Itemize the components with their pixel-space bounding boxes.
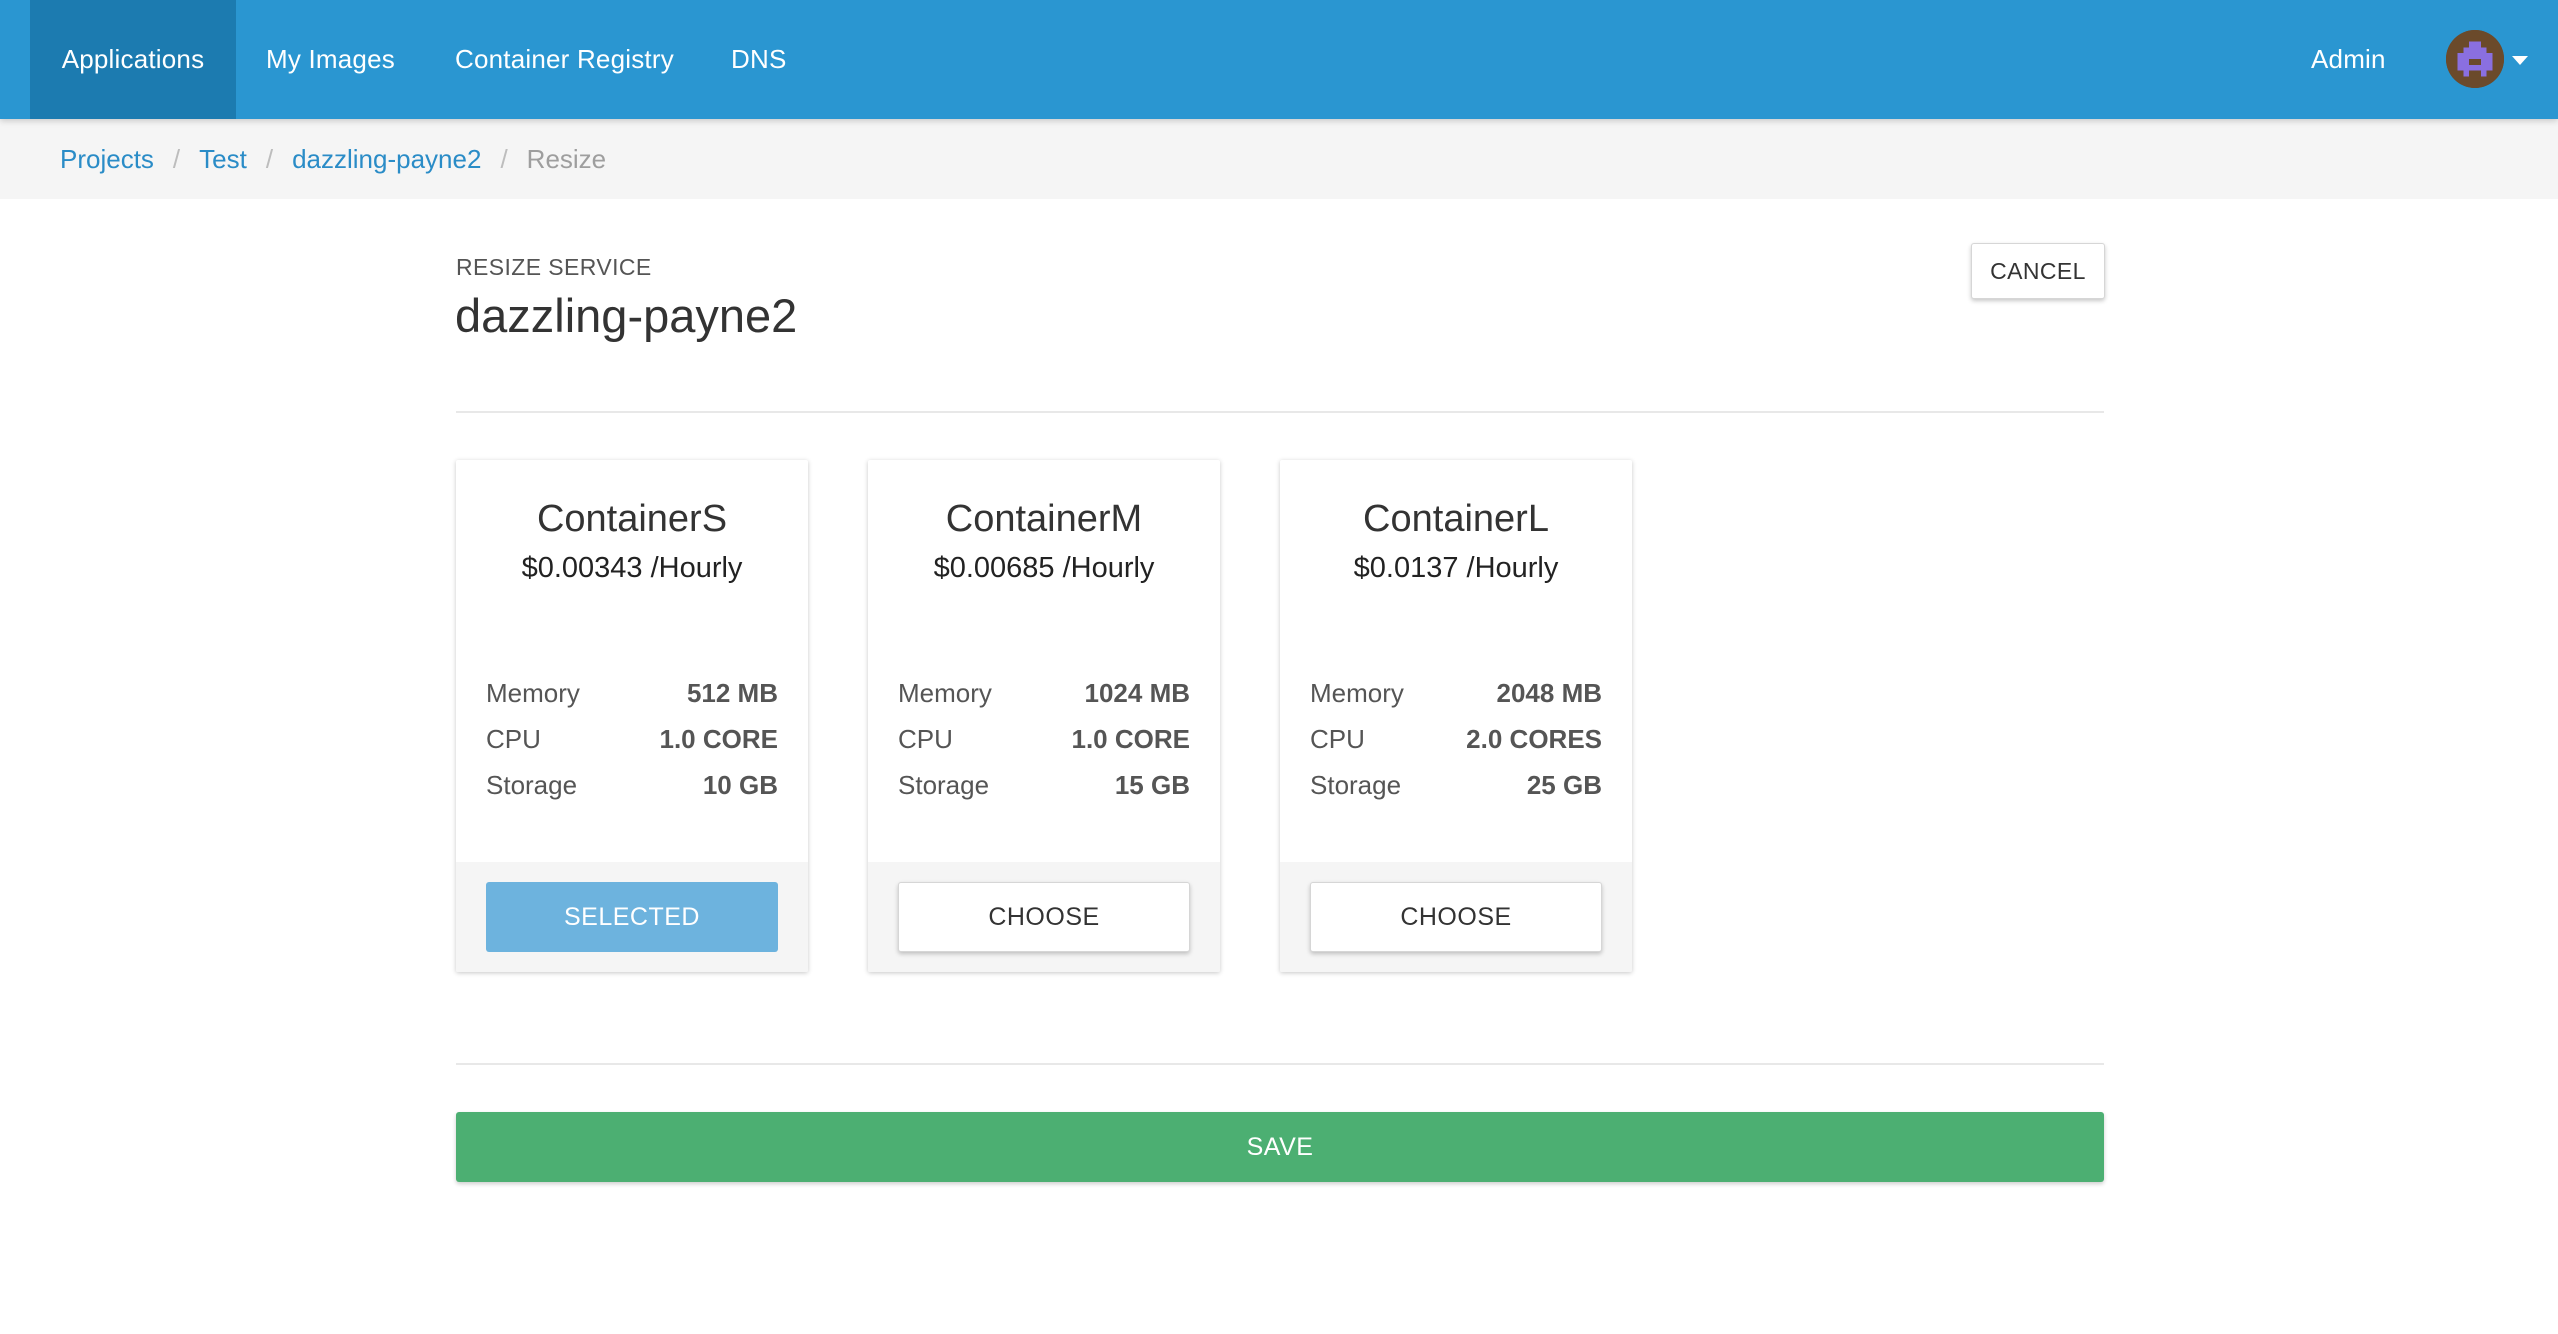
spec-storage: Storage 10 GB [486,770,778,801]
pixel-avatar-icon[interactable] [2446,30,2504,88]
top-navbar: Applications My Images Container Registr… [0,0,2558,119]
nav-admin[interactable]: Admin [2311,0,2386,119]
spec-storage: Storage 25 GB [1310,770,1602,801]
spec-value: 2.0 CORES [1466,724,1602,754]
spec-label: Storage [486,770,578,800]
plan-price: $0.00343 /Hourly [521,552,743,584]
divider [456,1063,2104,1065]
choose-button[interactable]: CHOOSE [898,882,1190,952]
spec-value: 1.0 CORE [659,724,779,754]
spec-value: 25 GB [1526,770,1602,800]
nav-container-registry[interactable]: Container Registry [455,0,674,119]
breadcrumb-test[interactable]: Test [199,144,247,175]
plan-card-container-m: ContainerM $0.00685 /Hourly Memory 1024 … [868,460,1220,972]
page-subtitle: RESIZE SERVICE [456,254,652,280]
breadcrumb-bar: Projects / Test / dazzling-payne2 / Resi… [0,119,2558,199]
nav-applications[interactable]: Applications [30,0,236,119]
spec-label: CPU [898,724,953,754]
breadcrumb-projects[interactable]: Projects [60,144,154,175]
card-footer: CHOOSE [1280,862,1632,972]
spec-label: Memory [486,678,580,708]
plan-name: ContainerS [536,498,728,540]
spec-label: Storage [1310,770,1402,800]
spec-value: 512 MB [686,678,778,708]
spec-value: 15 GB [1114,770,1190,800]
spec-label: CPU [486,724,541,754]
spec-memory: Memory 512 MB [486,678,778,709]
spec-memory: Memory 1024 MB [898,678,1190,709]
spec-label: Memory [1310,678,1404,708]
spec-cpu: CPU 2.0 CORES [1310,724,1602,755]
choose-button[interactable]: CHOOSE [1310,882,1602,952]
selected-button[interactable]: SELECTED [486,882,778,952]
plan-name: ContainerM [945,498,1143,540]
card-footer: CHOOSE [868,862,1220,972]
save-button[interactable]: SAVE [456,1112,2104,1182]
breadcrumb-separator: / [265,143,274,174]
divider [456,411,2104,413]
spec-cpu: CPU 1.0 CORE [486,724,778,755]
nav-my-images[interactable]: My Images [266,0,395,119]
plan-card-container-l: ContainerL $0.0137 /Hourly Memory 2048 M… [1280,460,1632,972]
spec-label: CPU [1310,724,1365,754]
caret-down-icon[interactable] [2512,56,2528,65]
spec-storage: Storage 15 GB [898,770,1190,801]
breadcrumb-service[interactable]: dazzling-payne2 [292,144,481,175]
breadcrumb-separator: / [500,143,508,174]
spec-value: 1024 MB [1084,678,1191,708]
spec-label: Storage [898,770,990,800]
spec-value: 1.0 CORE [1071,724,1191,754]
card-footer: SELECTED [456,862,808,972]
plan-card-container-s: ContainerS $0.00343 /Hourly Memory 512 M… [456,460,808,972]
spec-memory: Memory 2048 MB [1310,678,1602,709]
spec-value: 10 GB [702,770,778,800]
nav-dns[interactable]: DNS [731,0,787,119]
plan-name: ContainerL [1363,498,1549,540]
cancel-button[interactable]: CANCEL [1971,243,2105,299]
breadcrumb-separator: / [172,143,181,174]
page-title: dazzling-payne2 [455,289,798,342]
spec-cpu: CPU 1.0 CORE [898,724,1190,755]
plan-price: $0.00685 /Hourly [933,552,1155,584]
plan-price: $0.0137 /Hourly [1353,552,1559,584]
spec-value: 2048 MB [1496,678,1603,708]
spec-label: Memory [898,678,992,708]
breadcrumb-current: Resize [526,143,607,174]
breadcrumb: Projects / Test / dazzling-payne2 / Resi… [60,119,606,199]
